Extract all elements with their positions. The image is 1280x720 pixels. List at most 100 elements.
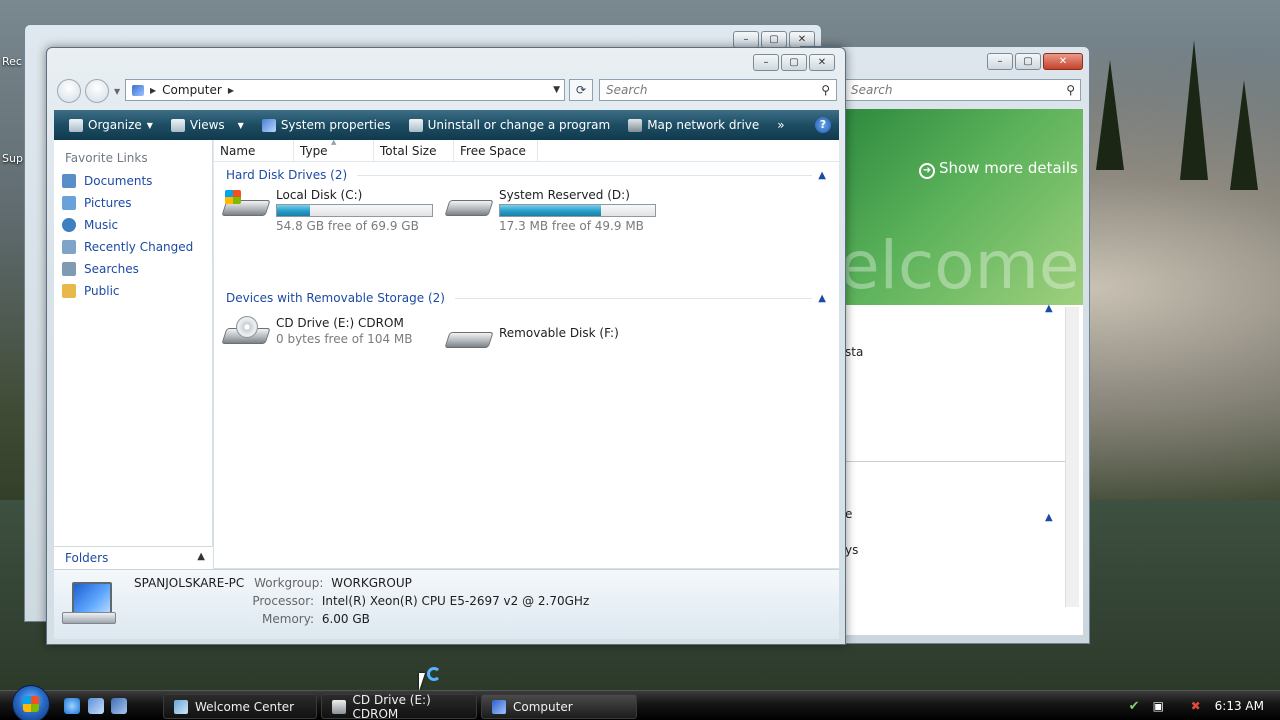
folders-toggle[interactable]: Folders ▲: [54, 546, 213, 570]
desktop-icon-label: Sup: [2, 152, 23, 165]
breadcrumb-computer[interactable]: Computer: [162, 83, 222, 97]
memory-label: Memory:: [262, 612, 314, 626]
sort-indicator-icon: ▲: [331, 138, 337, 146]
collapse-icon[interactable]: ▲: [1045, 512, 1053, 523]
organize-label: Organize: [88, 118, 142, 132]
switch-windows-icon[interactable]: [111, 698, 127, 714]
mouse-cursor-icon: [419, 673, 425, 691]
address-dropdown-icon[interactable]: ▼: [553, 85, 560, 95]
clock[interactable]: 6:13 AM: [1215, 699, 1264, 713]
desktop-icon-support[interactable]: Sup: [2, 152, 23, 165]
workgroup-label: Workgroup:: [254, 576, 324, 590]
drive-item-c[interactable]: Local Disk (C:) 54.8 GB free of 69.9 GB: [221, 188, 433, 233]
column-total-size[interactable]: Total Size: [374, 140, 454, 162]
maximize-button[interactable]: ▢: [1015, 53, 1041, 70]
welcome-center-window-controls: – ▢ ✕: [987, 53, 1083, 70]
music-icon: [62, 218, 76, 232]
welcome-center-icon: [174, 699, 188, 714]
collapse-icon[interactable]: ▲: [818, 170, 826, 181]
drive-info: Local Disk (C:) 54.8 GB free of 69.9 GB: [276, 188, 433, 233]
minimize-button[interactable]: –: [987, 53, 1013, 70]
breadcrumb-arrow-icon[interactable]: ▶: [228, 86, 234, 95]
maximize-button[interactable]: ▢: [781, 54, 807, 71]
details-row-memory: Memory: 6.00 GB: [134, 612, 370, 626]
welcome-center-search-input[interactable]: Search ⚲: [845, 79, 1081, 101]
volume-muted-icon[interactable]: ✖: [1191, 699, 1205, 713]
desktop-icon-recycle-bin[interactable]: Rec: [2, 55, 22, 68]
system-properties-button[interactable]: System properties: [253, 110, 400, 140]
drive-free-space: 17.3 MB free of 49.9 MB: [499, 219, 644, 233]
search-icon[interactable]: ⚲: [1066, 83, 1075, 97]
group-header-removable-storage[interactable]: Devices with Removable Storage (2) ▲: [226, 291, 826, 305]
taskbar-item-computer[interactable]: Computer: [481, 694, 637, 719]
network-icon[interactable]: ▣: [1153, 699, 1181, 713]
drive-info: CD Drive (E:) CDROM 0 bytes free of 104 …: [276, 316, 412, 350]
sidebar-item-pictures[interactable]: Pictures: [62, 196, 132, 210]
sidebar-item-music[interactable]: Music: [62, 218, 118, 232]
show-more-details-link[interactable]: ➜ Show more details: [919, 159, 1078, 179]
address-bar[interactable]: ▶ Computer ▶ ▼: [125, 79, 565, 101]
taskbar-item-welcome-center[interactable]: Welcome Center: [163, 694, 317, 719]
show-desktop-icon[interactable]: [88, 698, 104, 714]
drive-free-space: 0 bytes free of 104 MB: [276, 332, 413, 346]
column-name[interactable]: Name: [214, 140, 294, 162]
uninstall-program-button[interactable]: Uninstall or change a program: [400, 110, 620, 140]
refresh-button[interactable]: ⟳: [569, 79, 593, 101]
search-placeholder: Search: [606, 83, 648, 97]
search-placeholder: Search: [851, 83, 893, 97]
views-menu[interactable]: Views ▼: [162, 110, 253, 140]
column-free-space[interactable]: Free Space: [454, 140, 538, 162]
recent-pages-dropdown-icon[interactable]: ▼: [114, 87, 120, 96]
help-button[interactable]: ?: [815, 117, 831, 133]
views-icon: [170, 118, 185, 132]
details-row-processor: Processor: Intel(R) Xeon(R) CPU E5-2697 …: [134, 594, 589, 608]
drive-item-e[interactable]: CD Drive (E:) CDROM 0 bytes free of 104 …: [221, 316, 412, 350]
removable-disk-icon: [444, 320, 494, 354]
taskbar-item-cd-drive[interactable]: CD Drive (E:) CDROM: [321, 692, 477, 720]
more-commands-button[interactable]: »: [768, 110, 793, 140]
drive-usage-fill: [500, 205, 602, 216]
computer-icon: [492, 699, 506, 714]
minimize-button[interactable]: –: [753, 54, 779, 71]
views-label: Views: [189, 118, 225, 132]
maximize-button[interactable]: ▢: [761, 31, 787, 48]
collapse-icon[interactable]: ▲: [818, 293, 826, 304]
public-folder-icon: [62, 284, 76, 298]
computer-window[interactable]: – ▢ ✕ ▼ ▶ Computer ▶ ▼ ⟳ Search ⚲ Organi…: [46, 47, 846, 645]
navigation-pane: Favorite Links Documents Pictures Music …: [54, 140, 213, 568]
drive-item-d[interactable]: System Reserved (D:) 17.3 MB free of 49.…: [444, 188, 656, 233]
close-button[interactable]: ✕: [809, 54, 835, 71]
sidebar-item-public[interactable]: Public: [62, 284, 120, 298]
welcome-watermark-text: elcome: [845, 227, 1080, 304]
computer-name: SPANJOLSKARE-PC: [134, 576, 245, 590]
security-check-icon[interactable]: ✔: [1129, 699, 1143, 714]
back-button[interactable]: [57, 79, 81, 103]
sidebar-item-documents[interactable]: Documents: [62, 174, 152, 188]
drive-item-f[interactable]: Removable Disk (F:): [444, 320, 619, 354]
breadcrumb-arrow-icon[interactable]: ▶: [150, 86, 156, 95]
search-icon[interactable]: ⚲: [821, 83, 830, 97]
collapse-icon[interactable]: ▲: [1045, 303, 1053, 314]
drive-name: System Reserved (D:): [499, 188, 630, 202]
sidebar-item-label: Documents: [84, 174, 153, 188]
sidebar-item-label: Recently Changed: [84, 240, 194, 254]
organize-icon: [69, 118, 83, 132]
group-header-hard-disk-drives[interactable]: Hard Disk Drives (2) ▲: [226, 168, 826, 182]
search-input[interactable]: Search ⚲: [599, 79, 837, 101]
drive-info: System Reserved (D:) 17.3 MB free of 49.…: [499, 188, 656, 233]
close-button[interactable]: ✕: [1043, 53, 1083, 70]
taskbar-item-label: CD Drive (E:) CDROM: [352, 692, 431, 720]
minimize-button[interactable]: –: [733, 31, 759, 48]
organize-menu[interactable]: Organize ▼: [60, 110, 162, 140]
sidebar-item-recently-changed[interactable]: Recently Changed: [62, 240, 193, 254]
scrollbar[interactable]: [1065, 307, 1079, 607]
memory-value: 6.00 GB: [321, 612, 370, 626]
drive-name: Local Disk (C:): [276, 188, 363, 202]
sidebar-item-searches[interactable]: Searches: [62, 262, 139, 276]
notification-area: ✔ ▣ ✖ 6:13 AM: [1129, 691, 1280, 720]
internet-explorer-icon[interactable]: [64, 698, 80, 714]
map-network-drive-button[interactable]: Map network drive: [619, 110, 768, 140]
start-button[interactable]: [12, 685, 50, 720]
forward-button[interactable]: [85, 79, 109, 103]
welcome-text-fragment: ys: [845, 543, 859, 557]
